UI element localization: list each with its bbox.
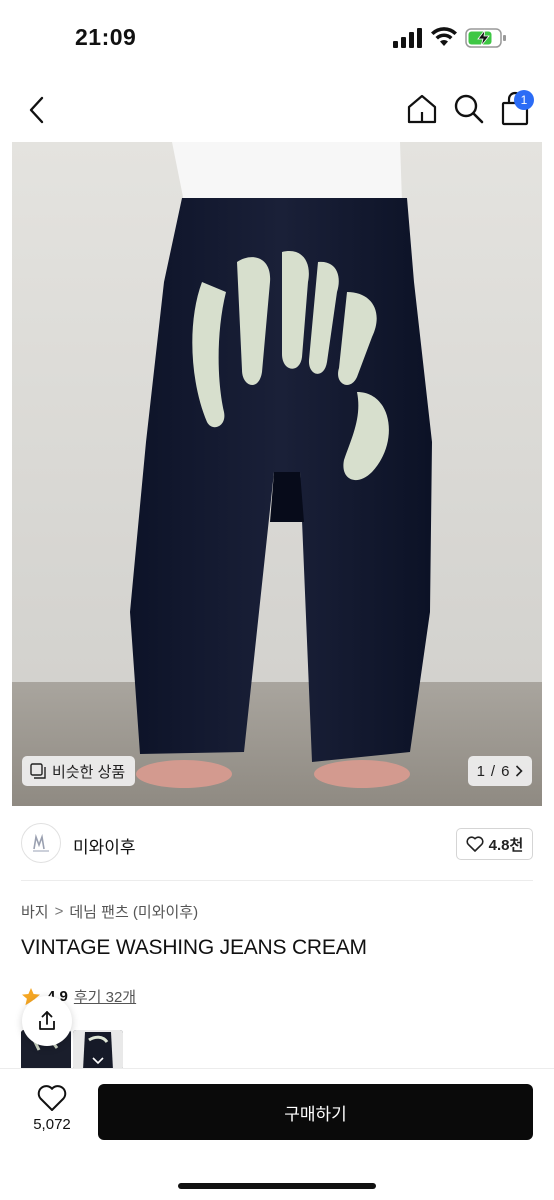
similar-products-label: 비슷한 상품 xyxy=(52,763,126,781)
shop-name[interactable]: 미와이후 xyxy=(73,833,136,858)
page-separator: / xyxy=(490,762,496,780)
breadcrumb-separator: > xyxy=(54,903,64,920)
breadcrumb-subcategory[interactable]: 데님 팬츠 (미와이후) xyxy=(69,901,198,922)
wishlist-button[interactable]: 5,072 xyxy=(26,1084,78,1140)
breadcrumb: 바지 > 데님 팬츠 (미와이후) xyxy=(21,901,198,922)
heart-outline-icon xyxy=(466,836,484,852)
image-page-indicator[interactable]: 1 / 6 xyxy=(468,756,532,786)
wishlist-count: 5,072 xyxy=(33,1116,71,1133)
status-time: 21:09 xyxy=(75,24,137,50)
review-count-link[interactable]: 후기 32개 xyxy=(74,986,136,1007)
thumbnail-2-image xyxy=(73,1030,123,1070)
shop-row: 미와이후 4.8천 xyxy=(0,818,554,870)
thumbnail-2[interactable] xyxy=(73,1030,123,1070)
page-current: 1 xyxy=(476,762,485,780)
wifi-icon xyxy=(431,27,457,46)
home-icon[interactable] xyxy=(405,92,439,126)
search-icon[interactable] xyxy=(452,92,486,126)
cellular-signal-icon xyxy=(393,28,422,48)
similar-items-icon xyxy=(30,763,46,779)
heart-outline-icon xyxy=(37,1085,67,1111)
breadcrumb-category[interactable]: 바지 xyxy=(21,901,49,922)
cart-count-badge: 1 xyxy=(514,90,534,110)
battery-charging-icon xyxy=(465,28,506,48)
page-total: 6 xyxy=(501,762,510,780)
product-image[interactable]: 비슷한 상품 1 / 6 xyxy=(12,142,542,806)
buy-button[interactable]: 구매하기 xyxy=(98,1084,533,1140)
product-title: VINTAGE WASHING JEANS CREAM xyxy=(21,936,367,959)
home-indicator xyxy=(178,1183,376,1189)
shop-like-count: 4.8천 xyxy=(488,836,524,854)
share-icon xyxy=(39,1011,55,1030)
top-navigation xyxy=(0,76,554,142)
share-button[interactable] xyxy=(22,996,72,1046)
shop-like-button[interactable]: 4.8천 xyxy=(456,828,533,860)
status-bar: 21:09 xyxy=(0,0,554,76)
product-photo xyxy=(12,142,542,806)
shop-logo-icon xyxy=(33,833,49,852)
divider xyxy=(21,880,533,881)
similar-products-button[interactable]: 비슷한 상품 xyxy=(22,756,136,786)
shop-logo[interactable] xyxy=(21,823,61,863)
back-arrow-icon[interactable] xyxy=(22,94,52,126)
chevron-right-icon xyxy=(516,765,524,777)
